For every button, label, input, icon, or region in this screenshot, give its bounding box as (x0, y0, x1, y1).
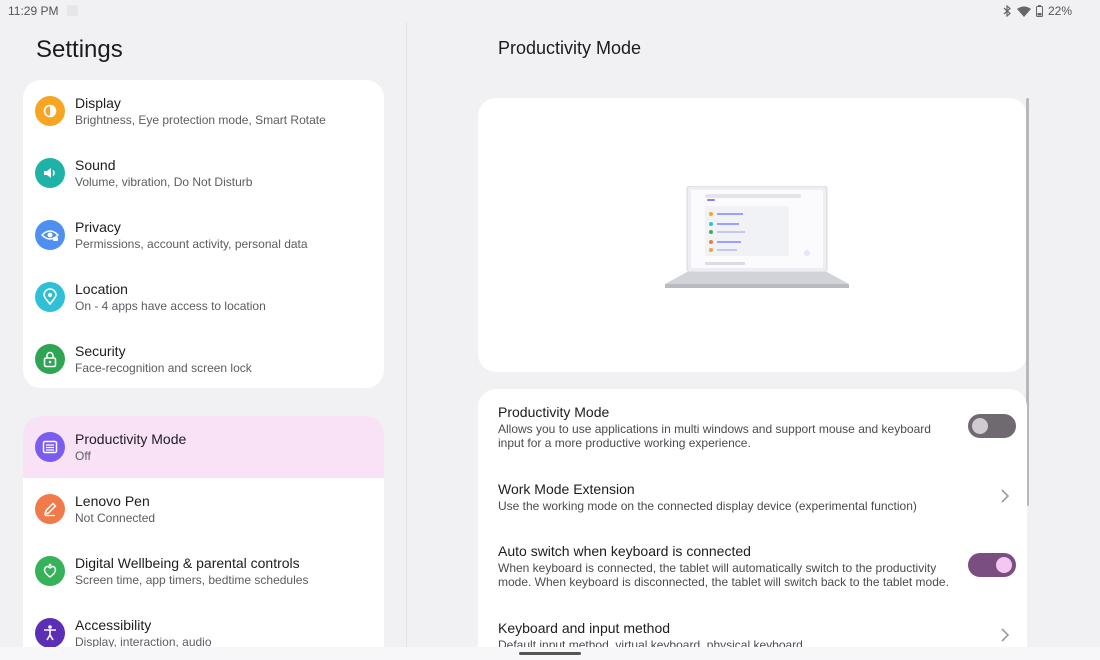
option-desc: Allows you to use applications in multi … (498, 422, 931, 450)
bluetooth-icon (1003, 5, 1011, 17)
detail-title: Productivity Mode (498, 38, 642, 58)
wellbeing-icon (35, 556, 65, 586)
settings-item-title: Digital Wellbeing & parental controls (75, 555, 300, 571)
lock-icon (35, 344, 65, 374)
settings-item-display[interactable]: Display Brightness, Eye protection mode,… (23, 80, 384, 142)
laptop-illustration (665, 186, 849, 288)
settings-item-subtitle: Volume, vibration, Do Not Disturb (75, 175, 253, 189)
settings-item-subtitle: Off (75, 449, 91, 463)
status-icons: 22% (1003, 4, 1072, 18)
settings-item-title: Lenovo Pen (75, 493, 150, 509)
settings-item-title: Location (75, 281, 128, 297)
settings-item-privacy[interactable]: Privacy Permissions, account activity, p… (23, 204, 384, 266)
option-title: Productivity Mode (498, 404, 610, 420)
settings-item-subtitle: On - 4 apps have access to location (75, 299, 266, 313)
settings-item-title: Display (75, 95, 121, 111)
option-title: Work Mode Extension (498, 481, 635, 497)
option-keyboard-input-method[interactable]: Keyboard and input method Default input … (478, 605, 1027, 647)
settings-item-lenovo-pen[interactable]: Lenovo Pen Not Connected (23, 478, 384, 540)
gesture-handle[interactable] (519, 652, 581, 655)
settings-group-2: Productivity Mode Off Lenovo Pen Not Con… (23, 416, 384, 656)
battery-percent: 22% (1047, 4, 1072, 18)
toggle-knob (972, 418, 988, 434)
option-title: Keyboard and input method (498, 620, 671, 636)
settings-item-subtitle: Face-recognition and screen lock (75, 361, 252, 375)
settings-item-title: Privacy (75, 219, 121, 235)
settings-item-location[interactable]: Location On - 4 apps have access to loca… (23, 266, 384, 328)
option-desc: When keyboard is connected, the tablet w… (498, 561, 949, 589)
settings-item-subtitle: Not Connected (75, 511, 156, 525)
battery-icon (1035, 5, 1043, 17)
productivity-options-list: Productivity Mode Allows you to use appl… (478, 389, 1027, 647)
pen-icon (35, 494, 65, 524)
eye-lock-icon (35, 220, 65, 250)
option-title: Auto switch when keyboard is connected (498, 543, 751, 559)
settings-item-title: Productivity Mode (75, 431, 187, 447)
wifi-icon (1016, 6, 1031, 17)
auto-switch-toggle[interactable] (968, 553, 1016, 577)
settings-item-productivity-mode[interactable]: Productivity Mode Off (23, 416, 384, 478)
speaker-icon (35, 158, 65, 188)
settings-group-1: Display Brightness, Eye protection mode,… (23, 80, 384, 388)
settings-item-security[interactable]: Security Face-recognition and screen loc… (23, 328, 384, 388)
settings-item-sound[interactable]: Sound Volume, vibration, Do Not Disturb (23, 142, 384, 204)
settings-item-subtitle: Screen time, app timers, bedtime schedul… (75, 573, 309, 587)
settings-item-subtitle: Permissions, account activity, personal … (75, 237, 308, 251)
productivity-icon (35, 432, 65, 462)
page-title: Settings (36, 36, 123, 63)
option-work-mode-extension[interactable]: Work Mode Extension Use the working mode… (478, 465, 1027, 527)
productivity-mode-toggle[interactable] (968, 414, 1016, 438)
settings-item-subtitle: Brightness, Eye protection mode, Smart R… (75, 113, 326, 127)
settings-item-title: Accessibility (75, 617, 152, 633)
option-desc: Use the working mode on the connected di… (498, 499, 917, 513)
option-auto-switch[interactable]: Auto switch when keyboard is connected W… (478, 527, 1027, 605)
option-desc: Default input method, virtual keyboard, … (498, 638, 803, 647)
settings-item-digital-wellbeing[interactable]: Digital Wellbeing & parental controls Sc… (23, 540, 384, 602)
settings-item-title: Security (75, 343, 126, 359)
settings-item-title: Sound (75, 157, 116, 173)
settings-nav-pane: Settings Display Brightness, Eye protect… (0, 0, 406, 660)
location-pin-icon (35, 282, 65, 312)
toggle-knob (996, 557, 1012, 573)
option-productivity-mode[interactable]: Productivity Mode Allows you to use appl… (478, 389, 1027, 465)
pane-divider (406, 22, 407, 647)
accessibility-icon (35, 618, 65, 648)
chevron-right-icon (1001, 489, 1009, 503)
productivity-illustration-card (478, 98, 1027, 372)
chevron-right-icon (1001, 628, 1009, 642)
brightness-icon (35, 96, 65, 126)
